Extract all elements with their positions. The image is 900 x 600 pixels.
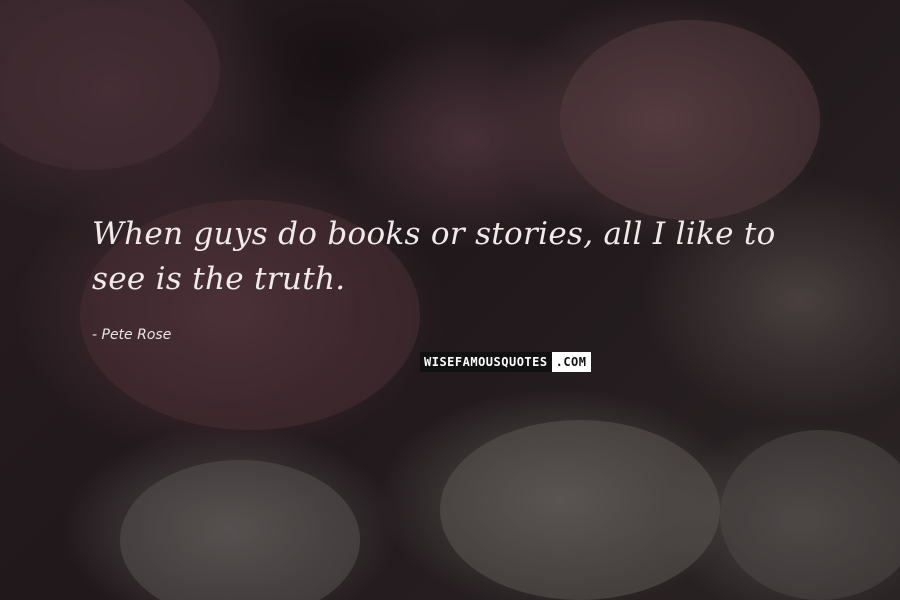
site-logo[interactable]: WISEFAMOUSQUOTES .COM — [420, 352, 591, 372]
quote-text: When guys do books or stories, all I lik… — [92, 216, 776, 297]
quote-card: When guys do books or stories, all I lik… — [0, 0, 900, 600]
logo-main-text: WISEFAMOUSQUOTES — [420, 352, 552, 372]
logo-suffix-text: .COM — [551, 352, 591, 372]
quote-author: - Pete Rose — [92, 327, 172, 343]
